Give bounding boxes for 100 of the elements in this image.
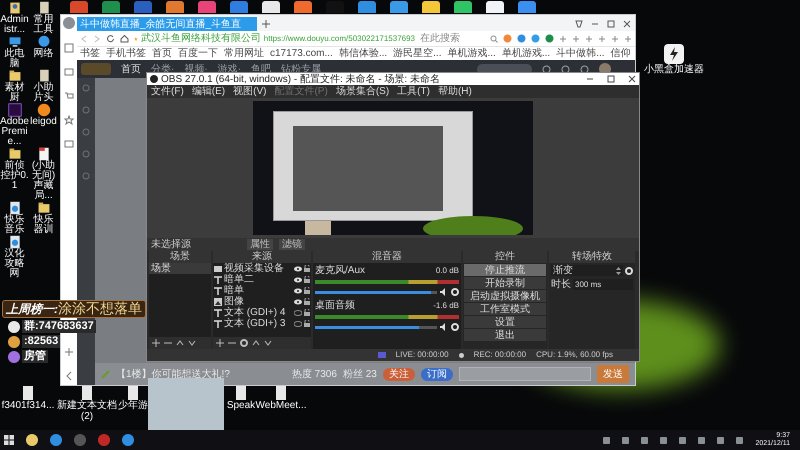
bookmark-link[interactable]: 书签: [80, 48, 100, 59]
bookmark-link[interactable]: 信仰: [610, 48, 631, 59]
add-icon[interactable]: [216, 339, 224, 347]
star-icon[interactable]: [134, 34, 138, 42]
eye-icon[interactable]: [294, 298, 302, 304]
file-icon[interactable]: [274, 386, 288, 400]
user-folder-icon[interactable]: [8, 1, 22, 15]
down-icon[interactable]: [188, 339, 196, 347]
close-icon[interactable]: [628, 75, 636, 83]
settings-icon[interactable]: [240, 339, 248, 347]
eye-icon[interactable]: [294, 266, 302, 272]
globe-icon[interactable]: [36, 35, 50, 49]
file-icon[interactable]: [80, 386, 94, 400]
source-item[interactable]: 暗单: [224, 285, 292, 296]
bookmark-link[interactable]: 斗中做韩...: [556, 48, 605, 59]
follow-button[interactable]: 关注: [382, 368, 415, 380]
chat-input-field[interactable]: [458, 367, 591, 381]
star-icon[interactable]: [64, 115, 74, 125]
tray-icon[interactable]: [603, 436, 610, 444]
bookmark-link[interactable]: 首页: [152, 48, 172, 59]
card-icon[interactable]: [64, 139, 74, 149]
windows-start-icon[interactable]: [4, 435, 14, 445]
lock-icon[interactable]: [304, 298, 310, 305]
folder-icon[interactable]: [8, 147, 22, 161]
scene-item[interactable]: 场景: [149, 263, 211, 274]
close-icon[interactable]: [623, 20, 631, 28]
menu-item[interactable]: 场景集合(S): [336, 86, 390, 97]
settings-icon[interactable]: [451, 288, 459, 296]
plus-icon[interactable]: [64, 347, 74, 357]
lock-icon[interactable]: [304, 287, 310, 294]
eye-icon[interactable]: [294, 276, 302, 282]
lock-icon[interactable]: [304, 265, 310, 272]
bookmark-link[interactable]: c17173.com...: [270, 48, 333, 59]
subscribe-button[interactable]: 订阅: [420, 368, 453, 380]
eye-icon[interactable]: [294, 288, 302, 294]
speaker-icon[interactable]: [440, 323, 448, 331]
plus-icon[interactable]: [611, 34, 619, 42]
search-field[interactable]: 在此搜索: [420, 33, 498, 44]
home-icon[interactable]: [120, 34, 129, 43]
document-icon[interactable]: [8, 201, 22, 215]
menu-item[interactable]: 帮助(H): [438, 86, 472, 97]
source-item[interactable]: 图像: [224, 296, 292, 307]
bookmark-link[interactable]: 手机书签: [106, 48, 146, 59]
lock-icon[interactable]: [304, 309, 310, 316]
eye-closed-icon[interactable]: [294, 310, 302, 316]
collapse-icon[interactable]: [64, 371, 74, 381]
collection-icon[interactable]: [64, 43, 74, 53]
lock-icon[interactable]: [304, 276, 310, 283]
source-item[interactable]: 文本 (GDI+) 3: [224, 318, 292, 329]
down-icon[interactable]: [264, 339, 272, 347]
up-icon[interactable]: [176, 339, 184, 347]
transition-select[interactable]: 渐变: [551, 265, 623, 276]
menu-item[interactable]: 工具(T): [397, 86, 430, 97]
nav-link[interactable]: 首页: [121, 64, 141, 74]
filters-button[interactable]: 滤镜: [279, 239, 305, 250]
duration-field[interactable]: 300 ms: [573, 279, 633, 290]
bookmark-link[interactable]: 百度一下: [178, 48, 218, 59]
globe-icon[interactable]: [50, 434, 62, 446]
speaker-icon[interactable]: [440, 288, 448, 296]
search-icon[interactable]: [490, 34, 498, 42]
folder-icon[interactable]: [36, 201, 50, 215]
tray-icon[interactable]: [698, 436, 706, 444]
up-icon[interactable]: [252, 339, 260, 347]
app-icon[interactable]: [98, 434, 110, 446]
source-item[interactable]: 视频采集设备: [224, 263, 292, 274]
folder-icon[interactable]: [8, 69, 22, 83]
settings-icon[interactable]: [451, 323, 459, 331]
bookmark-link[interactable]: 单机游戏...: [502, 48, 550, 59]
lock-icon[interactable]: [304, 320, 310, 327]
reload-icon[interactable]: [106, 34, 115, 43]
properties-button[interactable]: 属性: [247, 239, 273, 250]
pdf-file-icon[interactable]: [36, 147, 50, 161]
menu-item[interactable]: 视图(V): [233, 86, 266, 97]
bookmark-link[interactable]: 常用网址: [224, 48, 264, 59]
control-button[interactable]: 停止推流: [464, 264, 546, 276]
file-icon[interactable]: [234, 386, 248, 400]
add-icon[interactable]: [152, 339, 160, 347]
file-icon[interactable]: [126, 386, 140, 400]
folder-icon[interactable]: [26, 434, 38, 446]
control-button[interactable]: 开始录制: [464, 277, 546, 289]
tray-icon[interactable]: [622, 436, 630, 444]
maximize-icon[interactable]: [607, 75, 615, 83]
control-button[interactable]: 退出: [464, 329, 546, 341]
lightning-app-icon[interactable]: [664, 44, 684, 64]
eye-closed-icon[interactable]: [294, 320, 302, 326]
cart-icon[interactable]: [64, 91, 74, 101]
maximize-icon[interactable]: [607, 20, 615, 28]
tray-icon[interactable]: [641, 436, 648, 444]
menu-item[interactable]: 文件(F): [151, 86, 184, 97]
bookmark-link[interactable]: 单机游戏...: [448, 48, 496, 59]
app-icon[interactable]: [545, 34, 554, 43]
source-item[interactable]: 暗单二: [224, 274, 292, 285]
app-icon[interactable]: [36, 103, 50, 117]
computer-icon[interactable]: [8, 35, 22, 49]
bookmark-link[interactable]: 韩信体验...: [338, 48, 388, 59]
document-icon[interactable]: [8, 235, 22, 249]
control-button[interactable]: 工作室模式: [464, 303, 546, 315]
file-icon[interactable]: [21, 386, 35, 400]
new-tab-icon[interactable]: [261, 19, 271, 29]
book-icon[interactable]: [64, 67, 74, 77]
